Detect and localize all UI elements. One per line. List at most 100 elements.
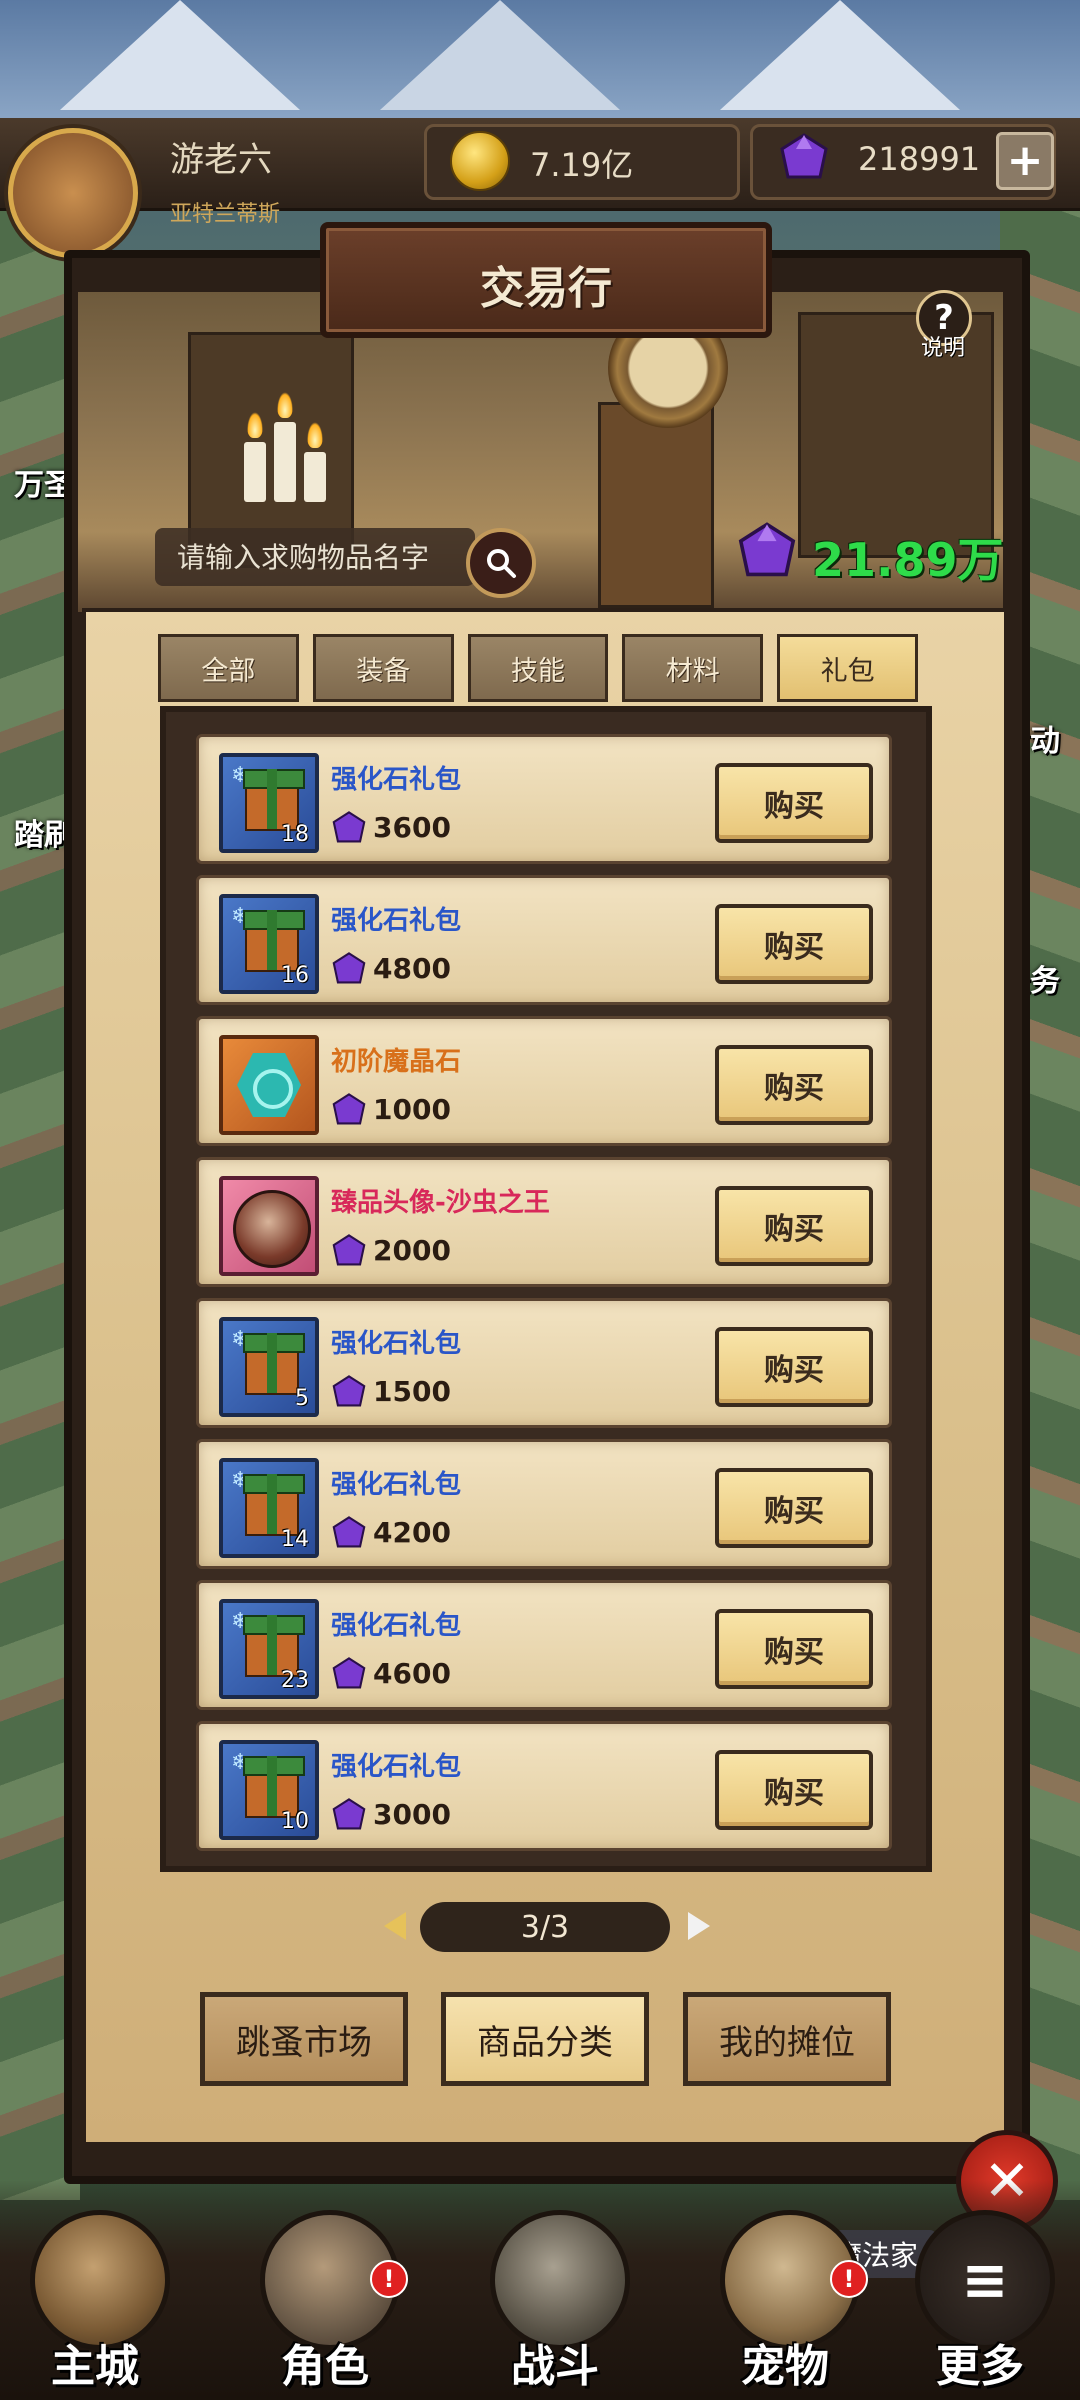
flame-decoration: [247, 412, 263, 438]
notification-badge: !: [830, 2260, 868, 2298]
nav-character[interactable]: ! 角色: [230, 2200, 420, 2400]
gift-pack-icon: ❄ 5: [219, 1317, 319, 1417]
gift-pack-icon: ❄ 18: [219, 753, 319, 853]
gold-coin-icon: [450, 131, 510, 191]
player-subtitle: 亚特兰蒂斯: [170, 202, 281, 227]
item-name: 强化石礼包: [331, 1752, 462, 1782]
next-page-arrow-icon[interactable]: [688, 1912, 710, 1940]
item-price: 3000: [373, 1798, 451, 1831]
mountain-decoration: [380, 0, 620, 110]
nav-battle[interactable]: 战斗: [460, 2200, 650, 2400]
gem-icon: [332, 952, 366, 984]
nav-main-city[interactable]: 主城: [0, 2200, 190, 2400]
title-plate: 交易行: [320, 222, 772, 338]
item-quantity: 18: [281, 822, 309, 847]
item-quantity: 16: [281, 963, 309, 988]
item-name: 强化石礼包: [331, 1329, 462, 1359]
player-avatar[interactable]: [8, 128, 138, 258]
list-item[interactable]: ❄ 5 强化石礼包 1500 购买: [196, 1298, 892, 1428]
tab-equipment[interactable]: 装备: [312, 634, 454, 702]
item-name: 强化石礼包: [331, 765, 462, 795]
prev-page-arrow-icon[interactable]: [384, 1912, 406, 1940]
flame-decoration: [307, 422, 323, 448]
magic-crystal-icon: [219, 1035, 319, 1135]
nav-label: 角色: [281, 2341, 369, 2392]
more-menu-icon: ≡: [915, 2210, 1055, 2350]
add-gems-button[interactable]: +: [996, 132, 1054, 190]
list-item[interactable]: ❄ 18 强化石礼包 3600 购买: [196, 734, 892, 864]
flame-decoration: [277, 392, 293, 418]
gem-amount: 218991: [858, 140, 981, 178]
tab-gift-packs[interactable]: 礼包: [777, 634, 918, 702]
buy-button[interactable]: 购买: [715, 1468, 873, 1548]
item-price: 4200: [373, 1516, 451, 1549]
buy-button[interactable]: 购买: [715, 763, 873, 843]
avatar-portrait-icon: [219, 1176, 319, 1276]
candle-decoration: [244, 442, 266, 502]
list-item[interactable]: 臻品头像-沙虫之王 2000 购买: [196, 1157, 892, 1287]
gem-icon: [332, 1798, 366, 1830]
tab-materials[interactable]: 材料: [622, 634, 764, 702]
category-tabs: 全部 装备 技能 材料 礼包: [158, 634, 918, 702]
flea-market-button[interactable]: 跳蚤市场: [200, 1992, 408, 2086]
gem-icon: [332, 811, 366, 843]
buy-button[interactable]: 购买: [715, 1045, 873, 1125]
list-item[interactable]: ❄ 10 强化石礼包 3000 购买: [196, 1721, 892, 1851]
list-item[interactable]: ❄ 23 强化石礼包 4600 购买: [196, 1580, 892, 1710]
item-price: 2000: [373, 1234, 451, 1267]
nav-more[interactable]: ≡ 更多: [885, 2200, 1075, 2400]
sword-icon: [490, 2210, 630, 2350]
castle-icon: [30, 2210, 170, 2350]
buy-button[interactable]: 购买: [715, 1186, 873, 1266]
search-button[interactable]: [466, 528, 536, 598]
gift-pack-icon: ❄ 14: [219, 1458, 319, 1558]
nav-label: 更多: [936, 2341, 1024, 2392]
item-name: 强化石礼包: [331, 1611, 462, 1641]
list-item[interactable]: 初阶魔晶石 1000 购买: [196, 1016, 892, 1146]
item-quantity: 5: [295, 1386, 309, 1411]
buy-button[interactable]: 购买: [715, 904, 873, 984]
help-label[interactable]: 说明: [916, 330, 970, 362]
gem-icon: [332, 1234, 366, 1266]
item-price: 1500: [373, 1375, 451, 1408]
gem-icon: [780, 133, 828, 179]
nav-pets[interactable]: ! 宠物: [690, 2200, 880, 2400]
list-item[interactable]: ❄ 14 强化石礼包 4200 购买: [196, 1439, 892, 1569]
mountain-decoration: [60, 0, 300, 110]
item-price: 4800: [373, 952, 451, 985]
item-name: 强化石礼包: [331, 1470, 462, 1500]
tab-skills[interactable]: 技能: [467, 634, 609, 702]
item-name: 强化石礼包: [331, 906, 462, 936]
candle-decoration: [274, 422, 296, 502]
item-name: 臻品头像-沙虫之王: [331, 1188, 550, 1218]
item-list[interactable]: ❄ 18 强化石礼包 3600 购买 ❄ 16 强化石礼包 4800 购买 初阶魔晶…: [160, 706, 932, 1872]
buy-button[interactable]: 购买: [715, 1750, 873, 1830]
nav-label: 宠物: [741, 2341, 829, 2392]
item-price: 1000: [373, 1093, 451, 1126]
gem-icon: [332, 1657, 366, 1689]
candle-decoration: [304, 452, 326, 502]
buy-button[interactable]: 购买: [715, 1327, 873, 1407]
list-item[interactable]: ❄ 16 强化石礼包 4800 购买: [196, 875, 892, 1005]
search-icon: [487, 549, 516, 578]
player-name: 游老六: [170, 140, 272, 180]
buy-button[interactable]: 购买: [715, 1609, 873, 1689]
gem-icon: [332, 1093, 366, 1125]
item-price: 3600: [373, 811, 451, 844]
page-indicator: 3/3: [420, 1902, 670, 1952]
gem-icon: [332, 1516, 366, 1548]
gold-amount: 7.19亿: [530, 146, 634, 184]
gem-icon: [738, 522, 796, 577]
notification-badge: !: [370, 2260, 408, 2298]
my-stall-button[interactable]: 我的摊位: [683, 1992, 891, 2086]
nav-label: 战斗: [511, 2341, 599, 2392]
clock-tower-decoration: [598, 402, 714, 608]
item-quantity: 10: [281, 1809, 309, 1834]
tab-all[interactable]: 全部: [158, 634, 299, 702]
product-category-button[interactable]: 商品分类: [441, 1992, 649, 2086]
item-quantity: 23: [281, 1668, 309, 1693]
gem-icon: [332, 1375, 366, 1407]
search-input[interactable]: [175, 540, 469, 575]
nav-label: 主城: [51, 2341, 139, 2392]
gift-pack-icon: ❄ 23: [219, 1599, 319, 1699]
